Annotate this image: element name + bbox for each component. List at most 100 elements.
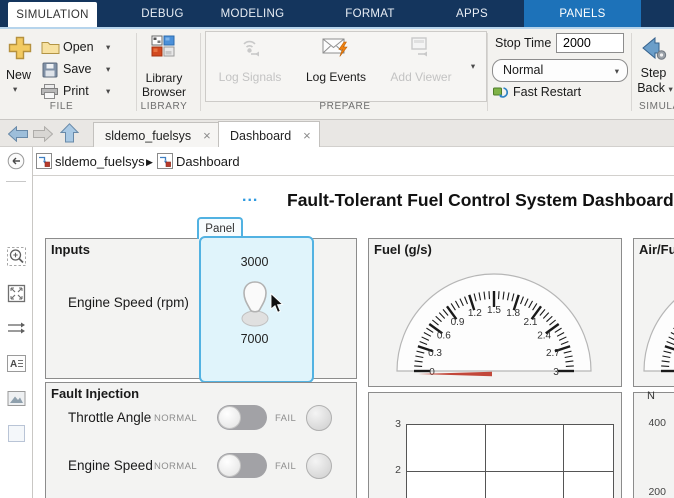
open-folder-icon: [41, 40, 60, 60]
toolstrip: New ▾ Open ▾ Save ▾ Print ▾ FILE Library…: [0, 29, 674, 120]
tab-apps[interactable]: APPS: [440, 0, 504, 27]
library-browser-button[interactable]: Library Browser: [137, 67, 191, 99]
sim-mode-dropdown[interactable]: Normal ▾: [492, 59, 628, 82]
breadcrumb-model[interactable]: sldemo_fuelsys: [55, 154, 145, 169]
knob-panel[interactable]: 3000 7000: [199, 236, 314, 383]
divider: [631, 33, 632, 111]
tab-debug[interactable]: DEBUG: [125, 0, 200, 27]
simulink-window: SIMULATION DEBUG MODELING FORMAT APPS PA…: [0, 0, 674, 498]
ytick-label: 200: [648, 486, 666, 498]
gridline: [563, 425, 564, 498]
step-back-icon: [641, 35, 668, 67]
divider: [200, 33, 201, 111]
fail-label: FAIL: [275, 413, 297, 424]
stop-time-label: Stop Time: [495, 36, 552, 50]
nav-forward-icon[interactable]: [33, 125, 54, 147]
log-events-button[interactable]: Log Events: [294, 35, 378, 84]
zoom-icon[interactable]: [6, 246, 27, 267]
air-fuel-gauge-panel: Air/Fuel: [633, 238, 674, 387]
engine-speed-fault-toggle[interactable]: [217, 453, 267, 478]
gridline: [485, 425, 486, 498]
breadcrumb-subsystem[interactable]: Dashboard: [176, 154, 240, 169]
image-icon[interactable]: [6, 388, 27, 409]
fuel-chart-panel: 3 2: [368, 392, 622, 498]
tab-format[interactable]: FORMAT: [330, 0, 410, 27]
throttle-fault-toggle[interactable]: [217, 405, 267, 430]
prepare-group: Log Signals Log Events Add Viewer ▾: [205, 31, 487, 102]
svg-text:0.9: 0.9: [451, 317, 465, 328]
palette-sidebar: A: [0, 147, 33, 498]
fault-row-label: Throttle Angle: [68, 410, 152, 425]
library-browser-icon: [151, 35, 175, 62]
annotation-icon[interactable]: A: [6, 353, 27, 374]
step-back-button[interactable]: Step: [633, 66, 674, 80]
svg-text:1.8: 1.8: [506, 308, 520, 319]
open-button[interactable]: Open: [63, 40, 94, 54]
new-model-icon[interactable]: [8, 36, 32, 60]
close-icon[interactable]: ×: [203, 129, 211, 142]
engine-speed-fault-lamp: [306, 453, 332, 479]
save-button[interactable]: Save: [63, 62, 92, 76]
caret-down-icon: ▾: [614, 66, 619, 76]
section-simulate: SIMULATE: [639, 101, 674, 112]
section-file: FILE: [49, 101, 74, 112]
nav-back-icon[interactable]: [7, 125, 28, 147]
section-library: LIBRARY: [140, 101, 188, 112]
breadcrumb: sldemo_fuelsys ▶ Dashboard: [33, 147, 674, 176]
fault-row-label: Engine Speed: [68, 458, 153, 473]
caret-down-icon: ▾: [668, 84, 673, 94]
model-canvas[interactable]: ... Fault-Tolerant Fuel Control System D…: [33, 176, 674, 498]
normal-label: NORMAL: [154, 461, 198, 472]
mouse-cursor-icon: [270, 292, 285, 319]
svg-text:1.2: 1.2: [468, 308, 482, 319]
fuel-gauge-panel: Fuel (g/s) 0 0.3 0.6 0.9 1.2 1.5 1.8 2.1 2.4 2.7 3: [368, 238, 622, 387]
new-button[interactable]: New: [6, 68, 31, 82]
ribbon-tab-bar: SIMULATION DEBUG MODELING FORMAT APPS PA…: [0, 0, 674, 29]
print-caret-icon[interactable]: ▾: [106, 86, 110, 97]
throttle-fault-lamp: [306, 405, 332, 431]
svg-text:2.1: 2.1: [523, 317, 537, 328]
hide-browser-icon[interactable]: [7, 152, 25, 175]
divider: [487, 33, 488, 111]
svg-text:1.5: 1.5: [487, 305, 501, 316]
knob-low-value: 7000: [240, 332, 269, 346]
section-prepare: PREPARE: [319, 101, 371, 112]
svg-text:3: 3: [553, 367, 559, 378]
fuel-gauge: 0 0.3 0.60.91.2 1.5 1.82.12.4 2.7 3: [396, 273, 592, 378]
print-button[interactable]: Print: [63, 84, 89, 98]
tab-modeling[interactable]: MODELING: [210, 0, 295, 27]
area-icon[interactable]: [6, 423, 27, 444]
fault-injection-panel: Fault Injection Throttle Angle NORMAL FA…: [45, 382, 357, 498]
doc-tab-dashboard[interactable]: Dashboard ×: [218, 121, 320, 149]
rocker-switch[interactable]: [240, 280, 270, 333]
signal-routing-icon[interactable]: [6, 318, 27, 339]
tab-simulation[interactable]: SIMULATION: [8, 2, 97, 27]
nav-up-icon[interactable]: [59, 123, 80, 148]
fit-to-view-icon[interactable]: [6, 283, 27, 304]
open-caret-icon[interactable]: ▾: [106, 42, 110, 53]
new-caret-icon[interactable]: ▾: [13, 84, 17, 95]
svg-text:0.6: 0.6: [437, 331, 451, 342]
log-events-icon: [322, 35, 350, 66]
svg-text:2.4: 2.4: [537, 331, 551, 342]
knob-high-value: 3000: [240, 255, 269, 269]
fail-label: FAIL: [275, 461, 297, 472]
tab-panels[interactable]: PANELS: [524, 0, 641, 27]
step-back-button-line2[interactable]: Back ▾: [633, 81, 674, 95]
doc-tab-sldemo-fuelsys[interactable]: sldemo_fuelsys ×: [93, 122, 220, 149]
air-chart-partial-label: N: [647, 390, 655, 402]
fast-restart-icon: [493, 85, 509, 104]
normal-label: NORMAL: [154, 413, 198, 424]
svg-text:A: A: [10, 359, 17, 370]
add-viewer-button: Add Viewer: [380, 35, 462, 84]
close-icon[interactable]: ×: [303, 129, 311, 142]
prepare-gallery-caret[interactable]: ▾: [464, 50, 482, 82]
svg-text:0.3: 0.3: [428, 348, 442, 359]
ytick-label: 400: [648, 417, 666, 429]
fast-restart-toggle[interactable]: Fast Restart: [513, 85, 581, 99]
panel-overflow-icon[interactable]: ...: [242, 188, 258, 206]
model-icon: [36, 153, 52, 174]
caret-down-icon: ▾: [470, 60, 476, 71]
stop-time-input[interactable]: [556, 33, 624, 53]
save-caret-icon[interactable]: ▾: [106, 64, 110, 75]
